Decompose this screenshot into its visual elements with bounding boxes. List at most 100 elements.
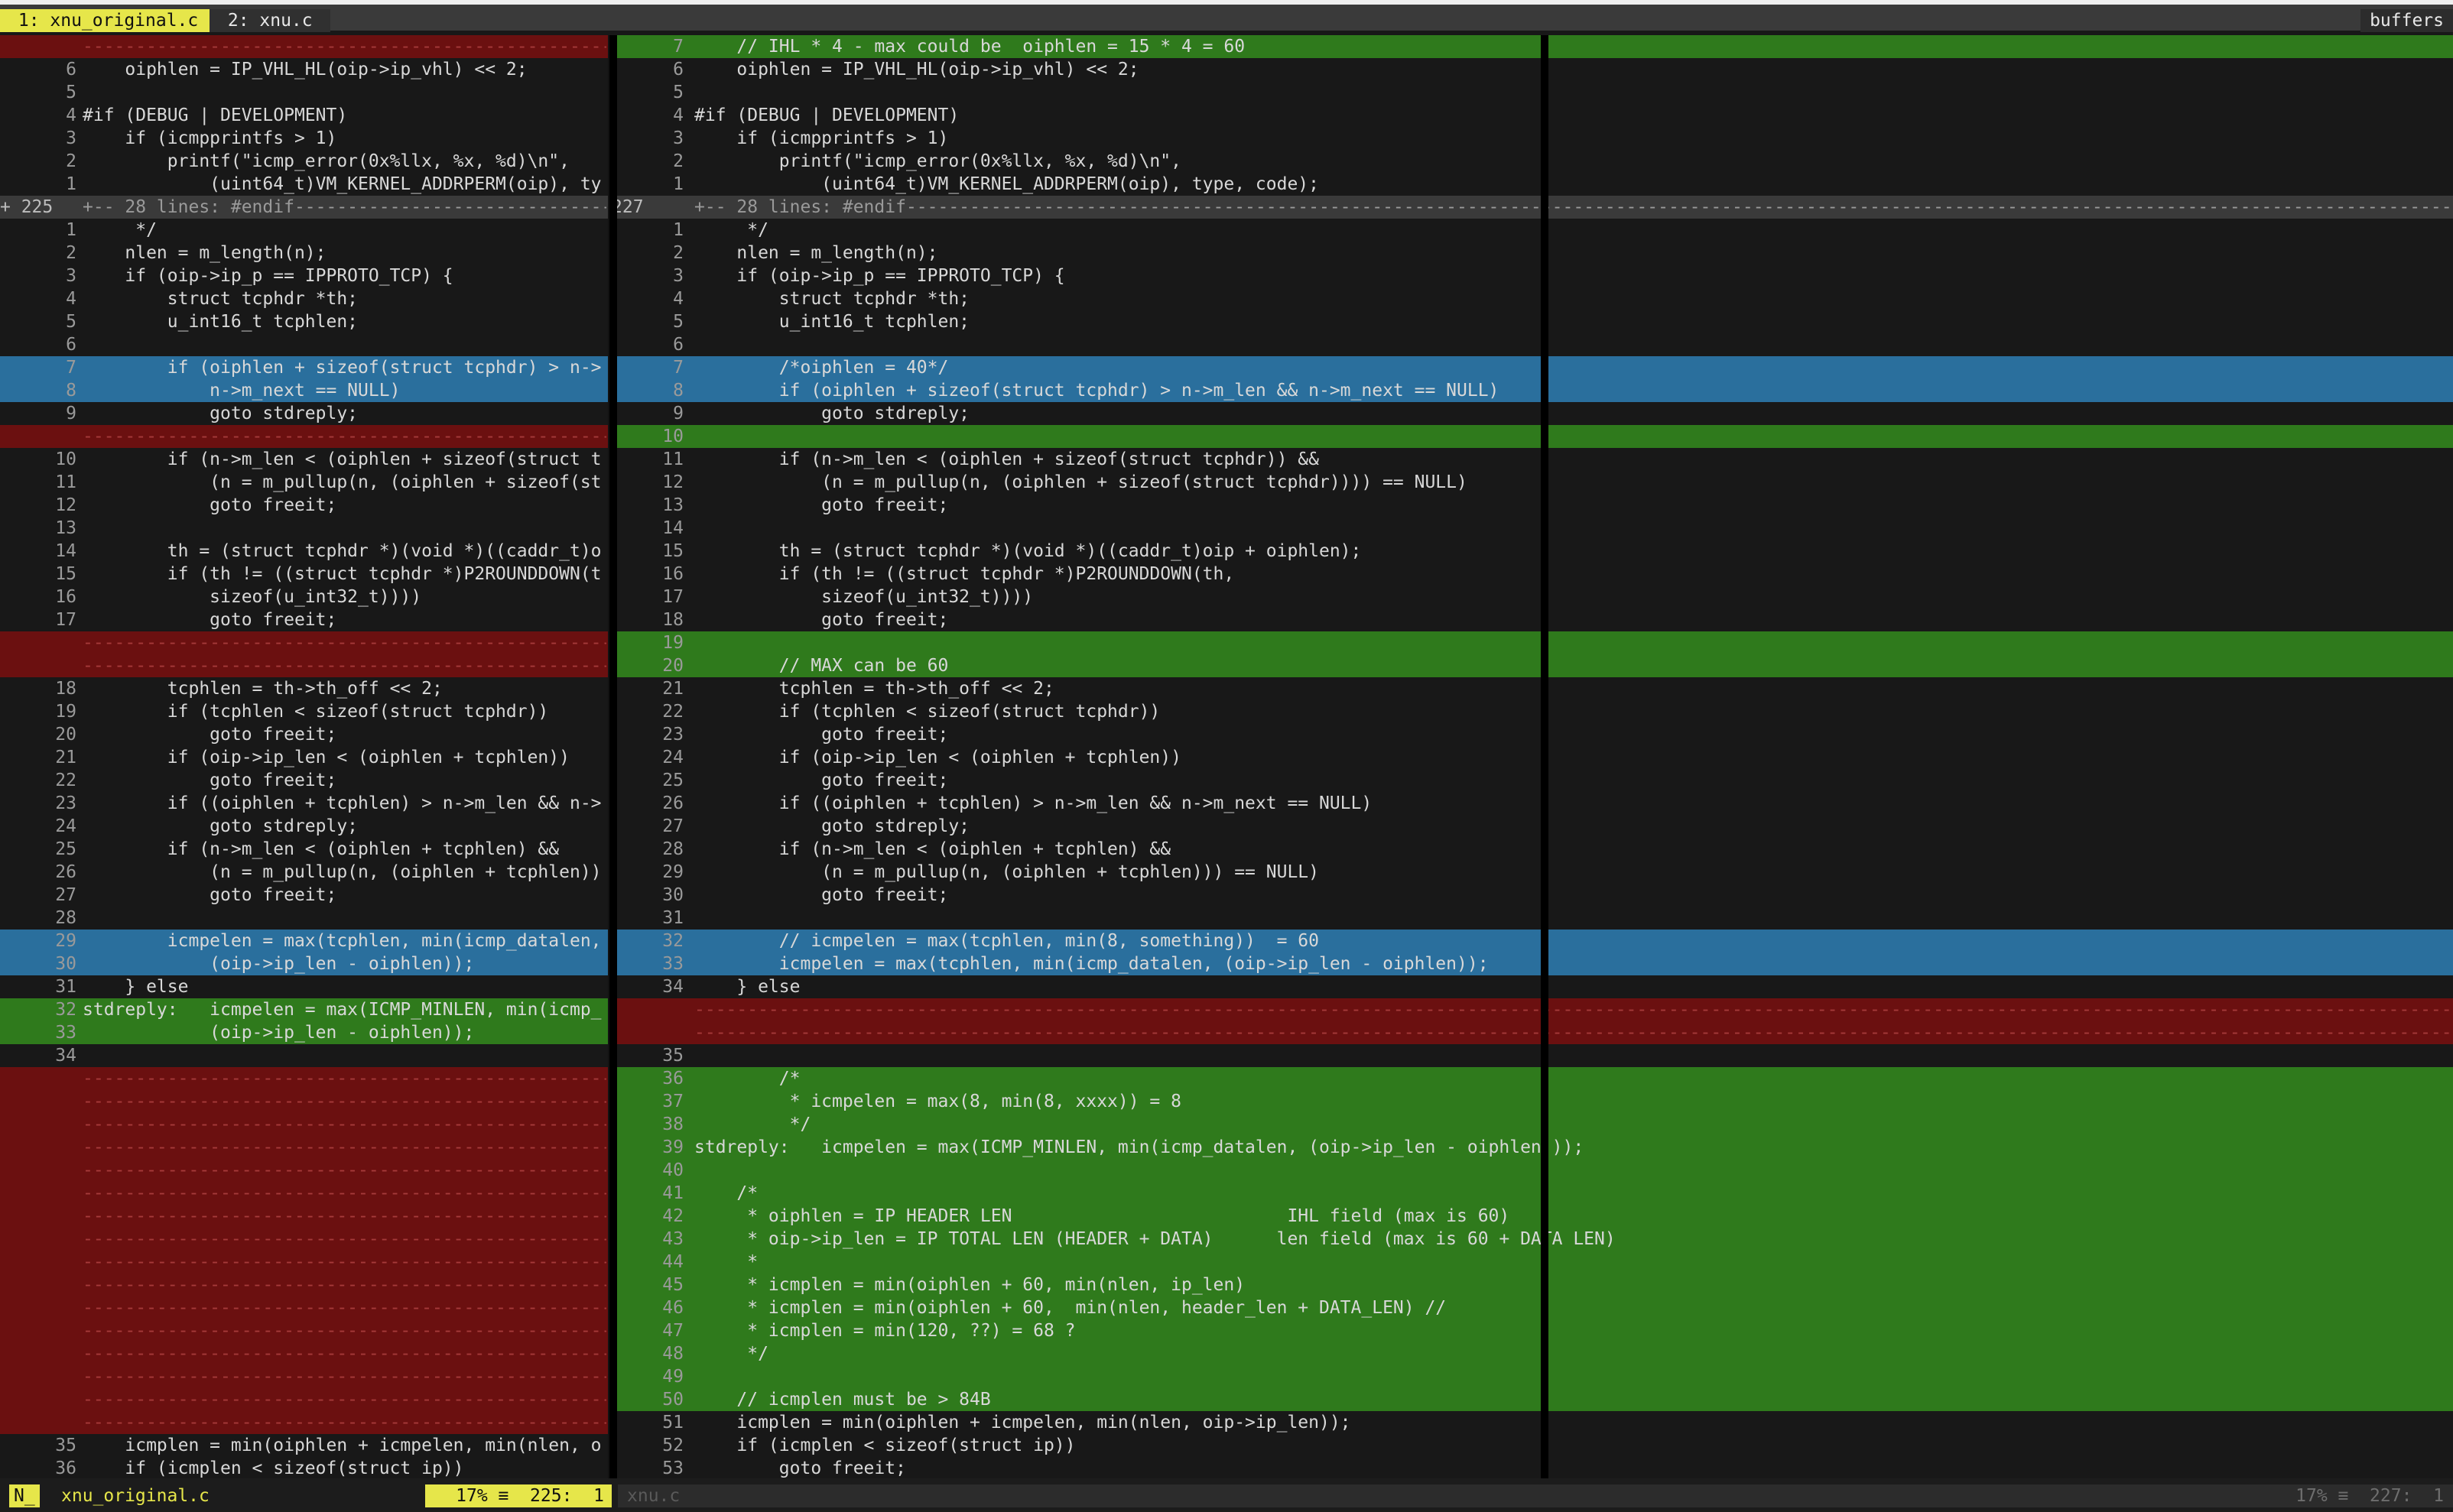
code-line[interactable]: 45 * icmplen = min(oiphlen + 60, min(nle…: [612, 1274, 2453, 1296]
tab-xnu-original[interactable]: 1: xnu_original.c: [0, 9, 217, 32]
diff-filler-line[interactable]: ----------------------------------------…: [0, 1182, 612, 1205]
code-line[interactable]: 8 if (oiphlen + sizeof(struct tcphdr) > …: [612, 379, 2453, 402]
code-line[interactable]: 6 oiphlen = IP_VHL_HL(oip->ip_vhl) << 2;: [612, 58, 2453, 81]
code-line[interactable]: 43 * oip->ip_len = IP TOTAL LEN (HEADER …: [612, 1228, 2453, 1251]
code-line[interactable]: 5: [0, 81, 612, 104]
code-line[interactable]: 3 if (icmpprintfs > 1): [612, 127, 2453, 150]
code-line[interactable]: 17 sizeof(u_int32_t)))): [612, 586, 2453, 608]
diff-filler-line[interactable]: ----------------------------------------…: [0, 631, 612, 654]
code-line[interactable]: 7 /*oiphlen = 40*/: [612, 356, 2453, 379]
code-line[interactable]: 26 (n = m_pullup(n, (oiphlen + tcphlen)): [0, 861, 612, 884]
code-line[interactable]: 7 // IHL * 4 - max could be oiphlen = 15…: [612, 35, 2453, 58]
code-line[interactable]: 48 */: [612, 1342, 2453, 1365]
code-line[interactable]: 38 */: [612, 1113, 2453, 1136]
code-line[interactable]: 5 u_int16_t tcphlen;: [612, 310, 2453, 333]
code-line[interactable]: 20 goto freeit;: [0, 723, 612, 746]
code-line[interactable]: 12 goto freeit;: [0, 494, 612, 517]
code-line[interactable]: 53 goto freeit;: [612, 1457, 2453, 1478]
code-line[interactable]: 14: [612, 517, 2453, 540]
code-line[interactable]: 32 stdreply: icmpelen = max(ICMP_MINLEN, …: [0, 998, 612, 1021]
code-line[interactable]: 36 if (icmplen < sizeof(struct ip)): [0, 1457, 612, 1478]
code-line[interactable]: 22 if (tcphlen < sizeof(struct tcphdr)): [612, 700, 2453, 723]
code-line[interactable]: 19: [612, 631, 2453, 654]
code-line[interactable]: 8 n->m_next == NULL): [0, 379, 612, 402]
code-line[interactable]: 33 (oip->ip_len - oiphlen));: [0, 1021, 612, 1044]
code-line[interactable]: 19 if (tcphlen < sizeof(struct tcphdr)): [0, 700, 612, 723]
code-line[interactable]: 44 *: [612, 1251, 2453, 1274]
code-line[interactable]: 24 if (oip->ip_len < (oiphlen + tcphlen)…: [612, 746, 2453, 769]
code-line[interactable]: 50 // icmplen must be > 84B: [612, 1388, 2453, 1411]
code-line[interactable]: 6 oiphlen = IP_VHL_HL(oip->ip_vhl) << 2;: [0, 58, 612, 81]
code-line[interactable]: 21 tcphlen = th->th_off << 2;: [612, 677, 2453, 700]
code-line[interactable]: 1 */: [612, 219, 2453, 242]
code-line[interactable]: 4 #if (DEBUG | DEVELOPMENT): [612, 104, 2453, 127]
diff-filler-line[interactable]: ----------------------------------------…: [0, 1319, 612, 1342]
code-line[interactable]: 9 goto stdreply;: [0, 402, 612, 425]
code-line[interactable]: 16 sizeof(u_int32_t)))): [0, 586, 612, 608]
code-line[interactable]: 15 if (th != ((struct tcphdr *)P2ROUNDDO…: [0, 563, 612, 586]
code-line[interactable]: 4 struct tcphdr *th;: [612, 287, 2453, 310]
code-line[interactable]: 34 } else: [612, 975, 2453, 998]
code-line[interactable]: 41 /*: [612, 1182, 2453, 1205]
code-line[interactable]: 17 goto freeit;: [0, 608, 612, 631]
left-diff-pane[interactable]: ----------------------------------------…: [0, 35, 612, 1478]
code-line[interactable]: 23 goto freeit;: [612, 723, 2453, 746]
code-line[interactable]: 13: [0, 517, 612, 540]
code-line[interactable]: 24 goto stdreply;: [0, 815, 612, 838]
diff-filler-line[interactable]: ----------------------------------------…: [0, 1274, 612, 1296]
code-line[interactable]: 46 * icmplen = min(oiphlen + 60, min(nle…: [612, 1296, 2453, 1319]
code-line[interactable]: 10 if (n->m_len < (oiphlen + sizeof(stru…: [0, 448, 612, 471]
code-line[interactable]: 12 (n = m_pullup(n, (oiphlen + sizeof(st…: [612, 471, 2453, 494]
code-line[interactable]: 3 if (oip->ip_p == IPPROTO_TCP) {: [0, 264, 612, 287]
code-line[interactable]: 25 goto freeit;: [612, 769, 2453, 792]
code-line[interactable]: 30 goto freeit;: [612, 884, 2453, 907]
code-line[interactable]: 1 (uint64_t)VM_KERNEL_ADDRPERM(oip), typ…: [612, 173, 2453, 196]
diff-filler-line[interactable]: ----------------------------------------…: [612, 998, 2453, 1021]
tab-xnu[interactable]: 2: xnu.c: [210, 9, 331, 32]
code-line[interactable]: 27 goto stdreply;: [612, 815, 2453, 838]
code-line[interactable]: 10: [612, 425, 2453, 448]
code-line[interactable]: 16 if (th != ((struct tcphdr *)P2ROUNDDO…: [612, 563, 2453, 586]
code-line[interactable]: 4 struct tcphdr *th;: [0, 287, 612, 310]
code-line[interactable]: 11 (n = m_pullup(n, (oiphlen + sizeof(st: [0, 471, 612, 494]
diff-filler-line[interactable]: ----------------------------------------…: [0, 1411, 612, 1434]
diff-filler-line[interactable]: ----------------------------------------…: [0, 654, 612, 677]
diff-filler-line[interactable]: ----------------------------------------…: [0, 1113, 612, 1136]
code-line[interactable]: 52 if (icmplen < sizeof(struct ip)): [612, 1434, 2453, 1457]
code-line[interactable]: 30 (oip->ip_len - oiphlen));: [0, 952, 612, 975]
code-line[interactable]: 15 th = (struct tcphdr *)(void *)((caddr…: [612, 540, 2453, 563]
code-line[interactable]: 31: [612, 907, 2453, 930]
diff-filler-line[interactable]: ----------------------------------------…: [0, 1251, 612, 1274]
code-line[interactable]: 11 if (n->m_len < (oiphlen + sizeof(stru…: [612, 448, 2453, 471]
code-line[interactable]: 4 #if (DEBUG | DEVELOPMENT): [0, 104, 612, 127]
code-line[interactable]: 47 * icmplen = min(120, ??) = 68 ?: [612, 1319, 2453, 1342]
diff-filler-line[interactable]: ----------------------------------------…: [0, 1342, 612, 1365]
code-line[interactable]: 31 } else: [0, 975, 612, 998]
code-line[interactable]: 3 if (oip->ip_p == IPPROTO_TCP) {: [612, 264, 2453, 287]
diff-filler-line[interactable]: ----------------------------------------…: [0, 1136, 612, 1159]
code-line[interactable]: 35: [612, 1044, 2453, 1067]
code-line[interactable]: 7 if (oiphlen + sizeof(struct tcphdr) > …: [0, 356, 612, 379]
fold-line[interactable]: + 225 +-- 28 lines: #endif--------------…: [0, 196, 612, 219]
code-line[interactable]: 20 // MAX can be 60: [612, 654, 2453, 677]
code-line[interactable]: 42 * oiphlen = IP HEADER LEN IHL field (…: [612, 1205, 2453, 1228]
code-line[interactable]: 36 /*: [612, 1067, 2453, 1090]
diff-filler-line[interactable]: ----------------------------------------…: [0, 1205, 612, 1228]
code-line[interactable]: 18 goto freeit;: [612, 608, 2453, 631]
code-line[interactable]: 2 nlen = m_length(n);: [612, 242, 2453, 264]
code-line[interactable]: 23 if ((oiphlen + tcphlen) > n->m_len &&…: [0, 792, 612, 815]
code-line[interactable]: 1 */: [0, 219, 612, 242]
code-line[interactable]: 37 * icmpelen = max(8, min(8, xxxx)) = 8: [612, 1090, 2453, 1113]
code-line[interactable]: 33 icmpelen = max(tcphlen, min(icmp_data…: [612, 952, 2453, 975]
code-line[interactable]: 32 // icmpelen = max(tcphlen, min(8, som…: [612, 930, 2453, 952]
code-line[interactable]: 18 tcphlen = th->th_off << 2;: [0, 677, 612, 700]
code-line[interactable]: 2 nlen = m_length(n);: [0, 242, 612, 264]
code-line[interactable]: 22 goto freeit;: [0, 769, 612, 792]
code-line[interactable]: 21 if (oip->ip_len < (oiphlen + tcphlen)…: [0, 746, 612, 769]
code-line[interactable]: 39 stdreply: icmpelen = max(ICMP_MINLEN, …: [612, 1136, 2453, 1159]
code-line[interactable]: 40: [612, 1159, 2453, 1182]
fold-line[interactable]: 227 +-- 28 lines: #endif----------------…: [612, 196, 2453, 219]
diff-filler-line[interactable]: ----------------------------------------…: [0, 1067, 612, 1090]
code-line[interactable]: 14 th = (struct tcphdr *)(void *)((caddr…: [0, 540, 612, 563]
diff-filler-line[interactable]: ----------------------------------------…: [0, 1090, 612, 1113]
